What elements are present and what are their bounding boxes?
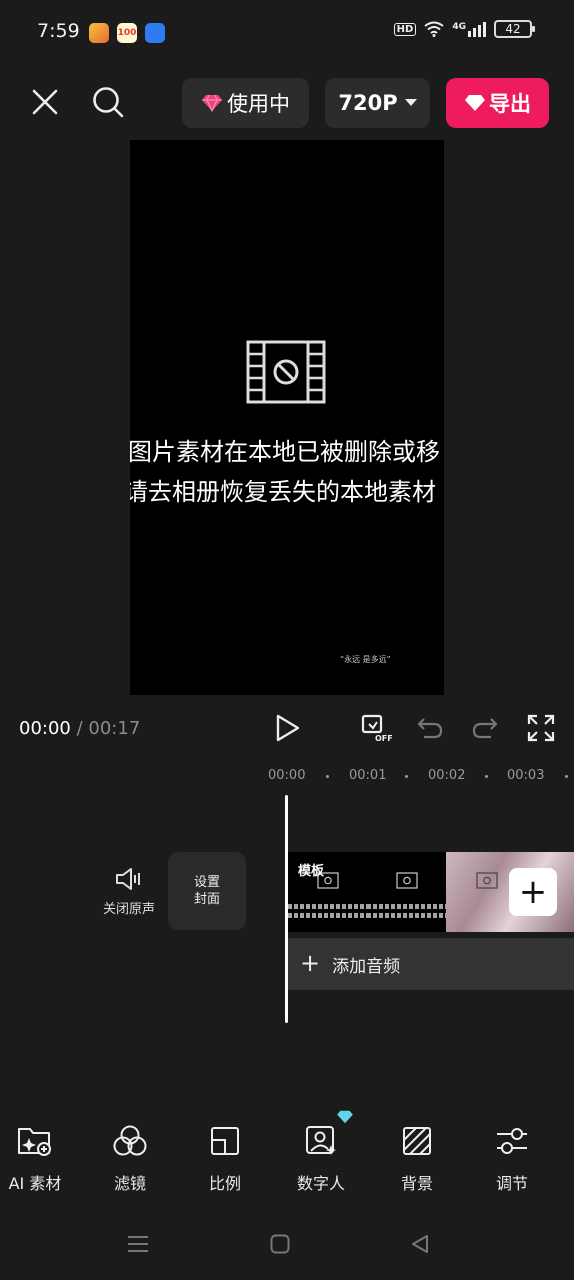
filter-icon [113,1125,147,1156]
background-icon [403,1127,431,1155]
total-time: / 00:17 [76,718,141,739]
folder-ai-icon [18,1128,51,1156]
ratio-icon [211,1127,239,1155]
missing-media-icon [396,872,418,889]
export-button[interactable]: 导出 [446,78,549,128]
back-button[interactable] [400,1224,440,1264]
ruler-tick: 00:03 [507,768,545,783]
tool-ai-material[interactable]: AI 素材 [0,1120,75,1194]
home-button[interactable] [260,1224,300,1264]
system-nav-bar [0,1210,574,1280]
missing-media-icon [476,872,498,889]
current-time: 00:00 [19,718,71,739]
tool-label: 调节 [495,1174,528,1193]
pro-status-button[interactable]: 使用中 [182,78,309,128]
missing-media-message-1: 图片素材在本地已被删除或移 [130,438,440,466]
battery-icon: 42 [494,20,535,38]
timecode: 00:00 / 00:17 [19,718,140,739]
app-icon-100: 100 [117,23,137,43]
cover-label-2: 封面 [193,892,220,907]
tool-label: AI 素材 [8,1174,62,1193]
ruler-dot [405,775,408,778]
search-icon [93,87,124,118]
add-audio-button[interactable]: + 添加音频 [288,938,574,990]
playhead[interactable] [285,795,288,1023]
speaker-icon [116,868,140,890]
keyframe-off-button[interactable]: OFF [356,708,396,748]
tool-ratio[interactable]: 比例 [185,1120,265,1194]
app-icon-game [89,23,109,43]
redo-icon [472,718,498,739]
ruler-dot [565,775,568,778]
status-bar: 7:59 100 HD 4G 42 [0,0,574,64]
missing-media-message-2: 请去相册恢复丢失的本地素材 [130,478,436,506]
plus-icon: + [518,872,548,912]
mute-label: 关闭原声 [102,902,155,917]
fullscreen-button[interactable] [521,708,561,748]
tool-digital-human[interactable]: 数字人 [281,1110,361,1194]
app-icon-stack [145,23,165,43]
ruler-dot [485,775,488,778]
pro-status-label: 使用中 [227,92,290,116]
plus-icon: + [300,949,321,977]
play-icon [276,714,300,742]
set-cover-button[interactable]: 设置 封面 [168,852,246,930]
preview-caption: “永远 是多远” [340,655,391,664]
battery-level: 42 [505,22,521,36]
network-type: 4G [452,21,466,32]
diamond-icon [337,1110,353,1124]
recents-button[interactable] [118,1224,158,1264]
tool-label: 滤镜 [113,1174,146,1193]
cover-label-1: 设置 [193,875,220,890]
clip-template-label: 模板 [298,864,325,879]
ruler-dot [326,775,329,778]
keyframe-off-icon: OFF [361,714,392,742]
tool-label: 比例 [208,1174,241,1193]
resolution-select[interactable]: 720P [325,78,430,128]
wifi-icon [424,21,444,37]
tool-adjust[interactable]: 调节 [472,1120,552,1194]
tool-background[interactable]: 背景 [377,1120,457,1194]
editor-toolbar: 使用中 720P 导出 [0,64,574,140]
svg-text:OFF: OFF [375,734,392,742]
redo-button[interactable] [465,708,505,748]
menu-icon [128,1236,148,1252]
adjust-icon [497,1128,527,1154]
tool-label: 背景 [400,1174,433,1193]
tool-filter[interactable]: 滤镜 [90,1120,170,1194]
hd-icon: HD [393,22,417,36]
undo-icon [417,718,443,739]
bottom-toolbar: AI 素材 滤镜 比例 数字人 背景 调节 [0,1110,574,1200]
missing-media-icon [246,340,326,404]
search-button[interactable] [88,82,128,122]
digital-human-icon [306,1126,336,1155]
clip-thumbnail [367,852,447,932]
diamond-icon [202,94,222,112]
playback-controls: 00:00 / 00:17 OFF [0,700,574,758]
chevron-down-icon [404,99,417,106]
add-audio-label: 添加音频 [332,956,401,977]
fullscreen-icon [527,714,555,742]
ruler-tick: 00:02 [428,768,466,783]
video-preview[interactable]: 图片素材在本地已被删除或移 请去相册恢复丢失的本地素材 “永远 是多远” [130,140,444,695]
diamond-icon [465,95,485,111]
play-button[interactable] [268,708,308,748]
back-icon [412,1235,428,1253]
tool-label: 数字人 [296,1174,345,1193]
add-clip-button[interactable]: + [509,868,557,916]
resolution-value: 720P [338,91,398,115]
close-icon [32,89,58,115]
export-label: 导出 [489,92,531,116]
home-icon [270,1234,290,1254]
undo-button[interactable] [410,708,450,748]
mute-original-audio-button[interactable]: 关闭原声 [100,866,158,917]
signal-icon: 4G [452,21,486,37]
ruler-tick: 00:01 [349,768,387,783]
clock: 7:59 [37,20,80,42]
ruler-tick: 00:00 [268,768,306,783]
close-button[interactable] [25,82,65,122]
